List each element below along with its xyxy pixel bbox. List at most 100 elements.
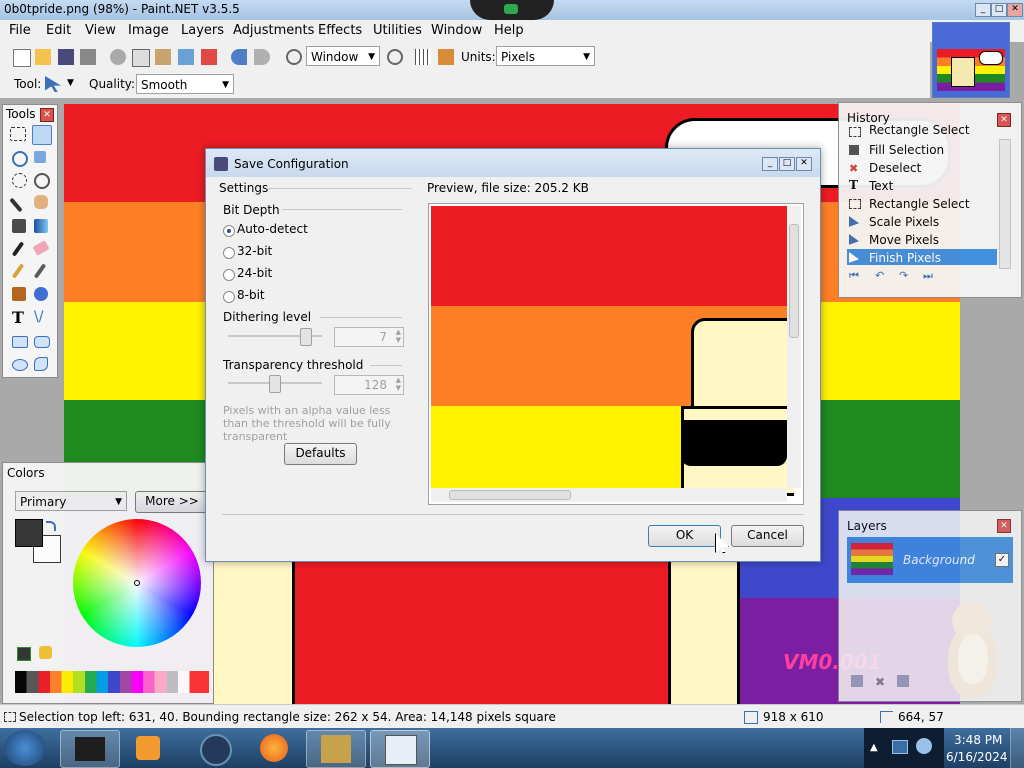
- history-item[interactable]: Scale Pixels: [847, 213, 997, 231]
- dithering-slider-thumb[interactable]: [300, 328, 312, 346]
- clock-date[interactable]: 6/16/2024: [946, 750, 1008, 764]
- rectangle-select-icon[interactable]: [10, 127, 26, 141]
- ellipse-select-icon[interactable]: [12, 173, 27, 188]
- move-pixels-icon[interactable]: [34, 151, 46, 163]
- history-item[interactable]: Fill Selection: [847, 141, 997, 159]
- palette-menu-icon[interactable]: [39, 646, 52, 659]
- crop-icon[interactable]: [178, 49, 194, 65]
- swap-colors-icon[interactable]: [46, 521, 56, 531]
- rewind-icon[interactable]: ⏮: [849, 269, 859, 283]
- move-selection-icon[interactable]: [45, 76, 61, 92]
- rectangle-icon[interactable]: [12, 336, 28, 348]
- taskbar-item-paintnet[interactable]: [370, 730, 430, 768]
- transparency-spinbox[interactable]: 128 ▲ ▼: [334, 375, 404, 395]
- menu-view[interactable]: View: [85, 23, 116, 38]
- color-wheel-cursor[interactable]: [134, 580, 140, 586]
- recolor-icon[interactable]: [34, 287, 48, 301]
- undo-icon[interactable]: ↶: [875, 269, 884, 282]
- menu-edit[interactable]: Edit: [46, 23, 71, 38]
- pan-icon[interactable]: [34, 195, 48, 209]
- defaults-button[interactable]: Defaults: [284, 443, 357, 465]
- duplicate-layer-icon[interactable]: [897, 675, 909, 687]
- tray-chevron-up-icon[interactable]: ▲: [870, 742, 878, 753]
- image-thumbnail[interactable]: [932, 22, 1010, 98]
- spin-arrows-icon[interactable]: ▲ ▼: [396, 376, 401, 392]
- copy-icon[interactable]: [132, 49, 150, 67]
- transparency-slider-thumb[interactable]: [269, 375, 281, 393]
- quality-combo[interactable]: Smooth ▼: [136, 74, 234, 94]
- pencil-icon[interactable]: [11, 263, 25, 279]
- maximize-button[interactable]: □: [991, 3, 1007, 17]
- more-colors-button[interactable]: More >>: [135, 491, 209, 513]
- zoom-in-icon[interactable]: [387, 49, 403, 65]
- redo-icon[interactable]: [254, 49, 270, 65]
- print-icon[interactable]: [80, 49, 96, 65]
- minimize-button[interactable]: _: [975, 3, 991, 17]
- delete-layer-icon[interactable]: ✖: [875, 675, 885, 689]
- freeform-shape-icon[interactable]: [34, 357, 48, 371]
- zoom-combo[interactable]: Window ▼: [306, 46, 380, 66]
- dialog-maximize-button[interactable]: □: [779, 157, 795, 171]
- move-selection-icon[interactable]: [32, 125, 52, 145]
- zoom-out-icon[interactable]: [286, 49, 302, 65]
- primary-color-swatch[interactable]: [15, 519, 43, 547]
- text-tool-icon[interactable]: T: [12, 308, 24, 327]
- start-button[interactable]: [4, 730, 46, 766]
- lasso-icon[interactable]: [12, 151, 28, 167]
- cancel-button[interactable]: Cancel: [731, 525, 804, 547]
- save-icon[interactable]: [58, 49, 74, 65]
- paint-bucket-icon[interactable]: [12, 219, 26, 233]
- 32-bit-radio[interactable]: [223, 247, 235, 259]
- deselect-icon[interactable]: [201, 49, 217, 65]
- preview-hscrollbar[interactable]: [431, 488, 787, 502]
- chevron-down-icon[interactable]: ▼: [67, 78, 74, 88]
- layer-row[interactable]: Background ✓: [847, 537, 1013, 583]
- open-icon[interactable]: [35, 49, 51, 65]
- paintbrush-icon[interactable]: [11, 241, 25, 257]
- primary-secondary-combo[interactable]: Primary ▼: [15, 491, 127, 511]
- color-palette[interactable]: [15, 671, 209, 693]
- dithering-spinbox[interactable]: 7 ▲ ▼: [334, 327, 404, 347]
- magic-wand-icon[interactable]: [9, 197, 23, 213]
- history-item[interactable]: ✖ Deselect: [847, 159, 997, 177]
- menu-layers[interactable]: Layers: [181, 23, 224, 38]
- history-item[interactable]: Rectangle Select: [847, 195, 997, 213]
- close-icon[interactable]: ✕: [40, 108, 54, 122]
- history-scrollbar[interactable]: [999, 139, 1011, 269]
- close-icon[interactable]: ✕: [997, 519, 1011, 533]
- spin-arrows-icon[interactable]: ▲ ▼: [396, 328, 401, 344]
- taskbar-item-terminal[interactable]: [60, 730, 120, 768]
- preview-hscroll-thumb[interactable]: [449, 490, 571, 500]
- show-desktop-button[interactable]: [1010, 728, 1024, 768]
- taskbar-item-media-player[interactable]: [120, 730, 178, 766]
- ellipse-icon[interactable]: [12, 359, 28, 371]
- new-icon[interactable]: [13, 49, 31, 67]
- close-button[interactable]: ✕: [1007, 3, 1023, 17]
- taskbar-item-orb[interactable]: [184, 730, 242, 766]
- gradient-icon[interactable]: [34, 219, 48, 233]
- cut-icon[interactable]: [110, 49, 126, 65]
- layer-visibility-checkbox[interactable]: ✓: [995, 553, 1009, 567]
- menu-image[interactable]: Image: [128, 23, 169, 38]
- menu-utilities[interactable]: Utilities: [373, 23, 422, 38]
- color-picker-icon[interactable]: [33, 263, 47, 279]
- units-combo[interactable]: Pixels ▼: [496, 46, 595, 66]
- rulers-icon[interactable]: [438, 49, 454, 65]
- history-item[interactable]: T Text: [847, 177, 997, 195]
- menu-file[interactable]: File: [9, 23, 31, 38]
- dialog-close-button[interactable]: ✕: [796, 157, 812, 171]
- preview-vscrollbar[interactable]: [787, 206, 801, 488]
- menu-adjustments[interactable]: Adjustments: [233, 23, 314, 38]
- clone-stamp-icon[interactable]: [12, 287, 26, 301]
- 8-bit-radio[interactable]: [223, 291, 235, 303]
- redo-icon[interactable]: ↷: [899, 269, 908, 282]
- paste-icon[interactable]: [155, 49, 171, 65]
- history-item[interactable]: Move Pixels: [847, 231, 997, 249]
- preview-vscroll-thumb[interactable]: [789, 224, 799, 338]
- ok-button[interactable]: OK: [648, 525, 721, 547]
- eraser-icon[interactable]: [32, 240, 50, 256]
- menu-effects[interactable]: Effects: [318, 23, 362, 38]
- dialog-minimize-button[interactable]: _: [762, 157, 778, 171]
- rounded-rectangle-icon[interactable]: [34, 336, 50, 348]
- grid-icon[interactable]: [415, 49, 431, 65]
